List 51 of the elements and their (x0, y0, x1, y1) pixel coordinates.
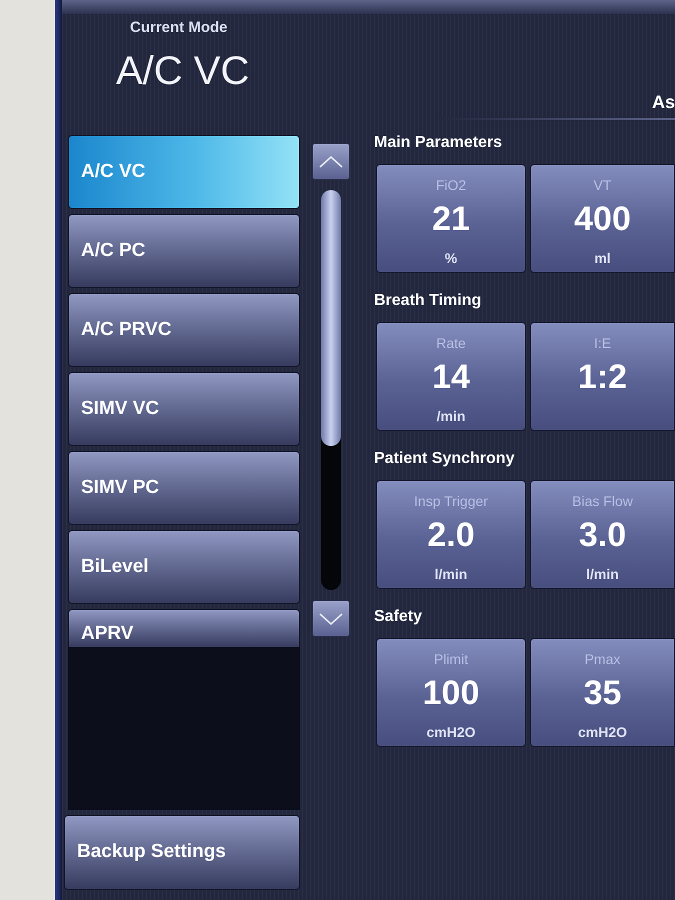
parameter-value: 100 (422, 674, 480, 712)
scroll-thumb[interactable] (321, 190, 341, 446)
mode-button[interactable]: APRV (68, 609, 300, 647)
parameter-unit: l/min (434, 566, 468, 583)
parameter-tile[interactable]: I:E 1:2 (530, 322, 675, 431)
parameter-unit: cmH2O (426, 724, 476, 741)
current-mode-caption: Current Mode (130, 19, 228, 37)
scroll-up-button[interactable] (312, 143, 350, 180)
chevron-down-icon (319, 612, 343, 624)
parameter-tile[interactable]: Plimit 100 cmH2O (376, 638, 526, 747)
section-heading: Breath Timing (374, 291, 482, 311)
parameter-tile[interactable]: Pmax 35 cmH2O (530, 638, 675, 747)
parameter-value: 2.0 (427, 516, 475, 554)
mode-button[interactable]: BiLevel (68, 530, 300, 604)
parameter-label: VT (594, 177, 612, 193)
parameter-tile[interactable]: FiO2 21 % (376, 164, 526, 273)
backup-settings-button[interactable]: Backup Settings (64, 815, 300, 890)
mode-button[interactable]: A/C VC (68, 135, 300, 209)
parameter-label: Insp Trigger (414, 493, 488, 509)
mode-button[interactable]: SIMV PC (68, 451, 300, 525)
scroll-down-button[interactable] (312, 600, 350, 637)
parameter-unit: % (444, 250, 458, 267)
section-heading: Main Parameters (374, 133, 502, 153)
header-text: As (652, 92, 675, 112)
parameter-value: 3.0 (578, 516, 626, 554)
parameter-unit: cmH2O (578, 724, 628, 741)
section-heading: Safety (374, 607, 422, 627)
parameter-tile[interactable]: Bias Flow 3.0 l/min (530, 480, 675, 589)
parameter-tile[interactable]: VT 400 ml (530, 164, 675, 273)
mode-button[interactable]: A/C PC (68, 214, 300, 288)
parameter-unit: /min (436, 408, 466, 425)
mode-button[interactable]: A/C PRVC (68, 293, 300, 367)
parameter-label: FiO2 (436, 177, 466, 193)
parameter-tile[interactable]: Rate 14 /min (376, 322, 526, 431)
parameter-value: 35 (584, 674, 622, 712)
mode-button[interactable]: SIMV VC (68, 372, 300, 446)
current-mode-title: A/C VC (116, 48, 250, 94)
parameter-label: I:E (594, 335, 612, 351)
parameter-label: Rate (436, 335, 466, 351)
section-heading: Patient Synchrony (374, 449, 514, 469)
parameter-value: 400 (574, 200, 631, 238)
parameter-value: 14 (432, 358, 470, 396)
parameter-unit: l/min (586, 566, 619, 583)
chevron-up-icon (319, 156, 343, 168)
parameter-label: Bias Flow (572, 493, 633, 509)
parameter-label: Pmax (584, 651, 620, 667)
parameter-label: Plimit (434, 651, 468, 667)
parameter-unit: ml (594, 250, 611, 267)
parameter-tile[interactable]: Insp Trigger 2.0 l/min (376, 480, 526, 589)
parameter-value: 1:2 (578, 358, 628, 396)
parameter-value: 21 (432, 200, 470, 238)
